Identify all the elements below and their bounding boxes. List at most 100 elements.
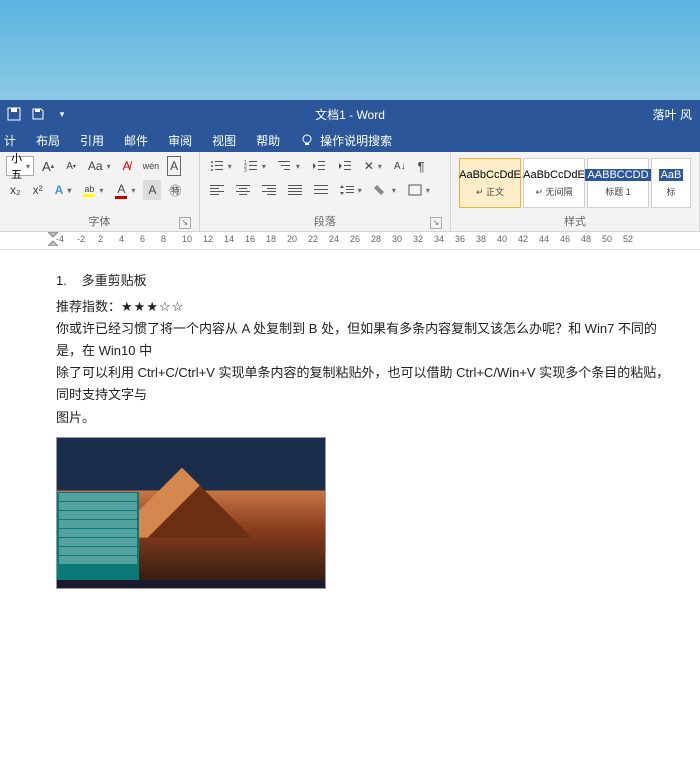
distributed-button[interactable] (310, 180, 332, 200)
highlight-button[interactable]: ab▾ (79, 180, 107, 200)
ruler-tick: 40 (497, 234, 507, 244)
paragraph-group-label: 段落 (314, 216, 336, 228)
tab-design[interactable]: 计 (4, 132, 16, 149)
tab-layout[interactable]: 布局 (36, 132, 60, 149)
ruler-tick: 2 (98, 234, 103, 244)
align-center-button[interactable] (232, 180, 254, 200)
bullets-button[interactable]: ▾ (206, 156, 236, 176)
font-group: 小五▾ A▴ A▾ Aa▾ A̸ wén A x₂ x² A▾ ab▾ A▾ A… (0, 152, 200, 231)
ruler-tick: 38 (476, 234, 486, 244)
heading-text: 多重剪贴板 (82, 273, 147, 288)
star-rating: ★★★☆☆ (121, 299, 184, 314)
list-item: 1. 多重剪贴板 (56, 270, 670, 292)
font-size-dropdown[interactable]: 小五▾ (6, 156, 34, 176)
clear-formatting-button[interactable]: A̸ (119, 156, 135, 176)
sort-button[interactable]: A↓ (390, 156, 410, 176)
chevron-down-icon: ▾ (26, 162, 30, 171)
save-icon[interactable] (30, 106, 46, 122)
paragraph-line: 你或许已经习惯了将一个内容从 A 处复制到 B 处，但如果有多条内容复制又该怎么… (56, 318, 670, 362)
ruler-tick: 36 (455, 234, 465, 244)
ribbon-tabs: 计 布局 引用 邮件 审阅 视图 帮助 操作说明搜索 (0, 128, 700, 152)
style-heading2[interactable]: AaB 标 (651, 158, 691, 208)
embedded-image[interactable] (56, 437, 326, 589)
autosave-icon[interactable] (6, 106, 22, 122)
style-no-spacing[interactable]: AaBbCcDdE ↵ 无间隔 (523, 158, 585, 208)
ruler-tick: 34 (434, 234, 444, 244)
tell-me-label: 操作说明搜索 (320, 132, 392, 149)
ruler-tick: 44 (539, 234, 549, 244)
svg-text:3: 3 (244, 168, 247, 172)
align-left-button[interactable] (206, 180, 228, 200)
ruler-tick: 14 (224, 234, 234, 244)
ruler-tick: 52 (623, 234, 633, 244)
justify-button[interactable] (284, 180, 306, 200)
title-bar: ▾ 文档1 - Word 落叶 风 (0, 100, 700, 128)
ruler-tick: 32 (413, 234, 423, 244)
phonetic-guide-button[interactable]: wén (139, 156, 164, 176)
styles-gallery[interactable]: AaBbCcDdE ↵ 正文 AaBbCcDdE ↵ 无间隔 AABBCCDD … (457, 156, 693, 210)
desktop-background (0, 0, 700, 100)
tab-references[interactable]: 引用 (80, 132, 104, 149)
paragraph-group: ▾ 123▾ ▾ ✕▾ A↓ ¶ ▾ ▾ ▾ 段落 ↘ (200, 152, 451, 231)
styles-group-label: 样式 (564, 216, 586, 228)
numbering-button[interactable]: 123▾ (240, 156, 270, 176)
align-right-button[interactable] (258, 180, 280, 200)
grow-font-button[interactable]: A▴ (38, 156, 58, 176)
ruler-tick: 50 (602, 234, 612, 244)
ruler-tick: 16 (245, 234, 255, 244)
paragraph-line: 图片。 (56, 407, 670, 429)
ribbon: 小五▾ A▴ A▾ Aa▾ A̸ wén A x₂ x² A▾ ab▾ A▾ A… (0, 152, 700, 232)
qat-more-icon[interactable]: ▾ (54, 106, 70, 122)
ruler-tick: 6 (140, 234, 145, 244)
ruler-tick: 20 (287, 234, 297, 244)
subscript-button[interactable]: x₂ (6, 180, 25, 200)
paragraph-line: 除了可以利用 Ctrl+C/Ctrl+V 实现单条内容的复制粘贴外，也可以借助 … (56, 362, 670, 406)
text-effects-button[interactable]: A▾ (51, 180, 76, 200)
character-border-button[interactable]: A (167, 156, 181, 176)
ruler-tick: -2 (77, 234, 85, 244)
increase-indent-button[interactable] (334, 156, 356, 176)
document-body[interactable]: 1. 多重剪贴板 推荐指数：★★★☆☆ 你或许已经习惯了将一个内容从 A 处复制… (0, 250, 700, 609)
image-taskbar (57, 580, 325, 588)
change-case-button[interactable]: Aa▾ (84, 156, 115, 176)
paragraph-dialog-launcher[interactable]: ↘ (430, 217, 442, 229)
image-start-menu (57, 492, 139, 580)
show-marks-button[interactable]: ¶ (414, 156, 429, 176)
font-dialog-launcher[interactable]: ↘ (179, 217, 191, 229)
style-heading1[interactable]: AABBCCDD 标题 1 (587, 158, 649, 208)
user-name[interactable]: 落叶 风 (653, 106, 700, 123)
font-group-label: 字体 (88, 216, 110, 228)
tab-review[interactable]: 审阅 (168, 132, 192, 149)
shading-button[interactable]: ▾ (370, 180, 400, 200)
document-title: 文档1 - Word (315, 106, 385, 123)
character-shading-button[interactable]: A (143, 180, 161, 200)
tab-mailings[interactable]: 邮件 (124, 132, 148, 149)
ruler-tick: 24 (329, 234, 339, 244)
ruler-tick: 48 (581, 234, 591, 244)
ruler-tick: 42 (518, 234, 528, 244)
tell-me-search[interactable]: 操作说明搜索 (300, 132, 392, 149)
borders-button[interactable]: ▾ (404, 180, 434, 200)
superscript-button[interactable]: x² (29, 180, 47, 200)
styles-group: AaBbCcDdE ↵ 正文 AaBbCcDdE ↵ 无间隔 AABBCCDD … (451, 152, 700, 231)
ruler-tick: 22 (308, 234, 318, 244)
text-direction-button[interactable]: ✕▾ (360, 156, 386, 176)
ruler-tick: 46 (560, 234, 570, 244)
horizontal-ruler[interactable]: -4-2246810121416182022242628303234363840… (0, 232, 700, 250)
quick-access-toolbar: ▾ (0, 106, 70, 122)
ruler-tick: 10 (182, 234, 192, 244)
ruler-tick: 28 (371, 234, 381, 244)
tab-help[interactable]: 帮助 (256, 132, 280, 149)
ruler-tick: 12 (203, 234, 213, 244)
shrink-font-button[interactable]: A▾ (62, 156, 80, 176)
ruler-tick: -4 (56, 234, 64, 244)
ruler-tick: 30 (392, 234, 402, 244)
line-spacing-button[interactable]: ▾ (336, 180, 366, 200)
lightbulb-icon (300, 133, 314, 147)
multilevel-list-button[interactable]: ▾ (274, 156, 304, 176)
enclose-characters-button[interactable]: ㊕ (165, 180, 185, 200)
decrease-indent-button[interactable] (308, 156, 330, 176)
font-color-button[interactable]: A▾ (111, 180, 139, 200)
style-normal[interactable]: AaBbCcDdE ↵ 正文 (459, 158, 521, 208)
tab-view[interactable]: 视图 (212, 132, 236, 149)
